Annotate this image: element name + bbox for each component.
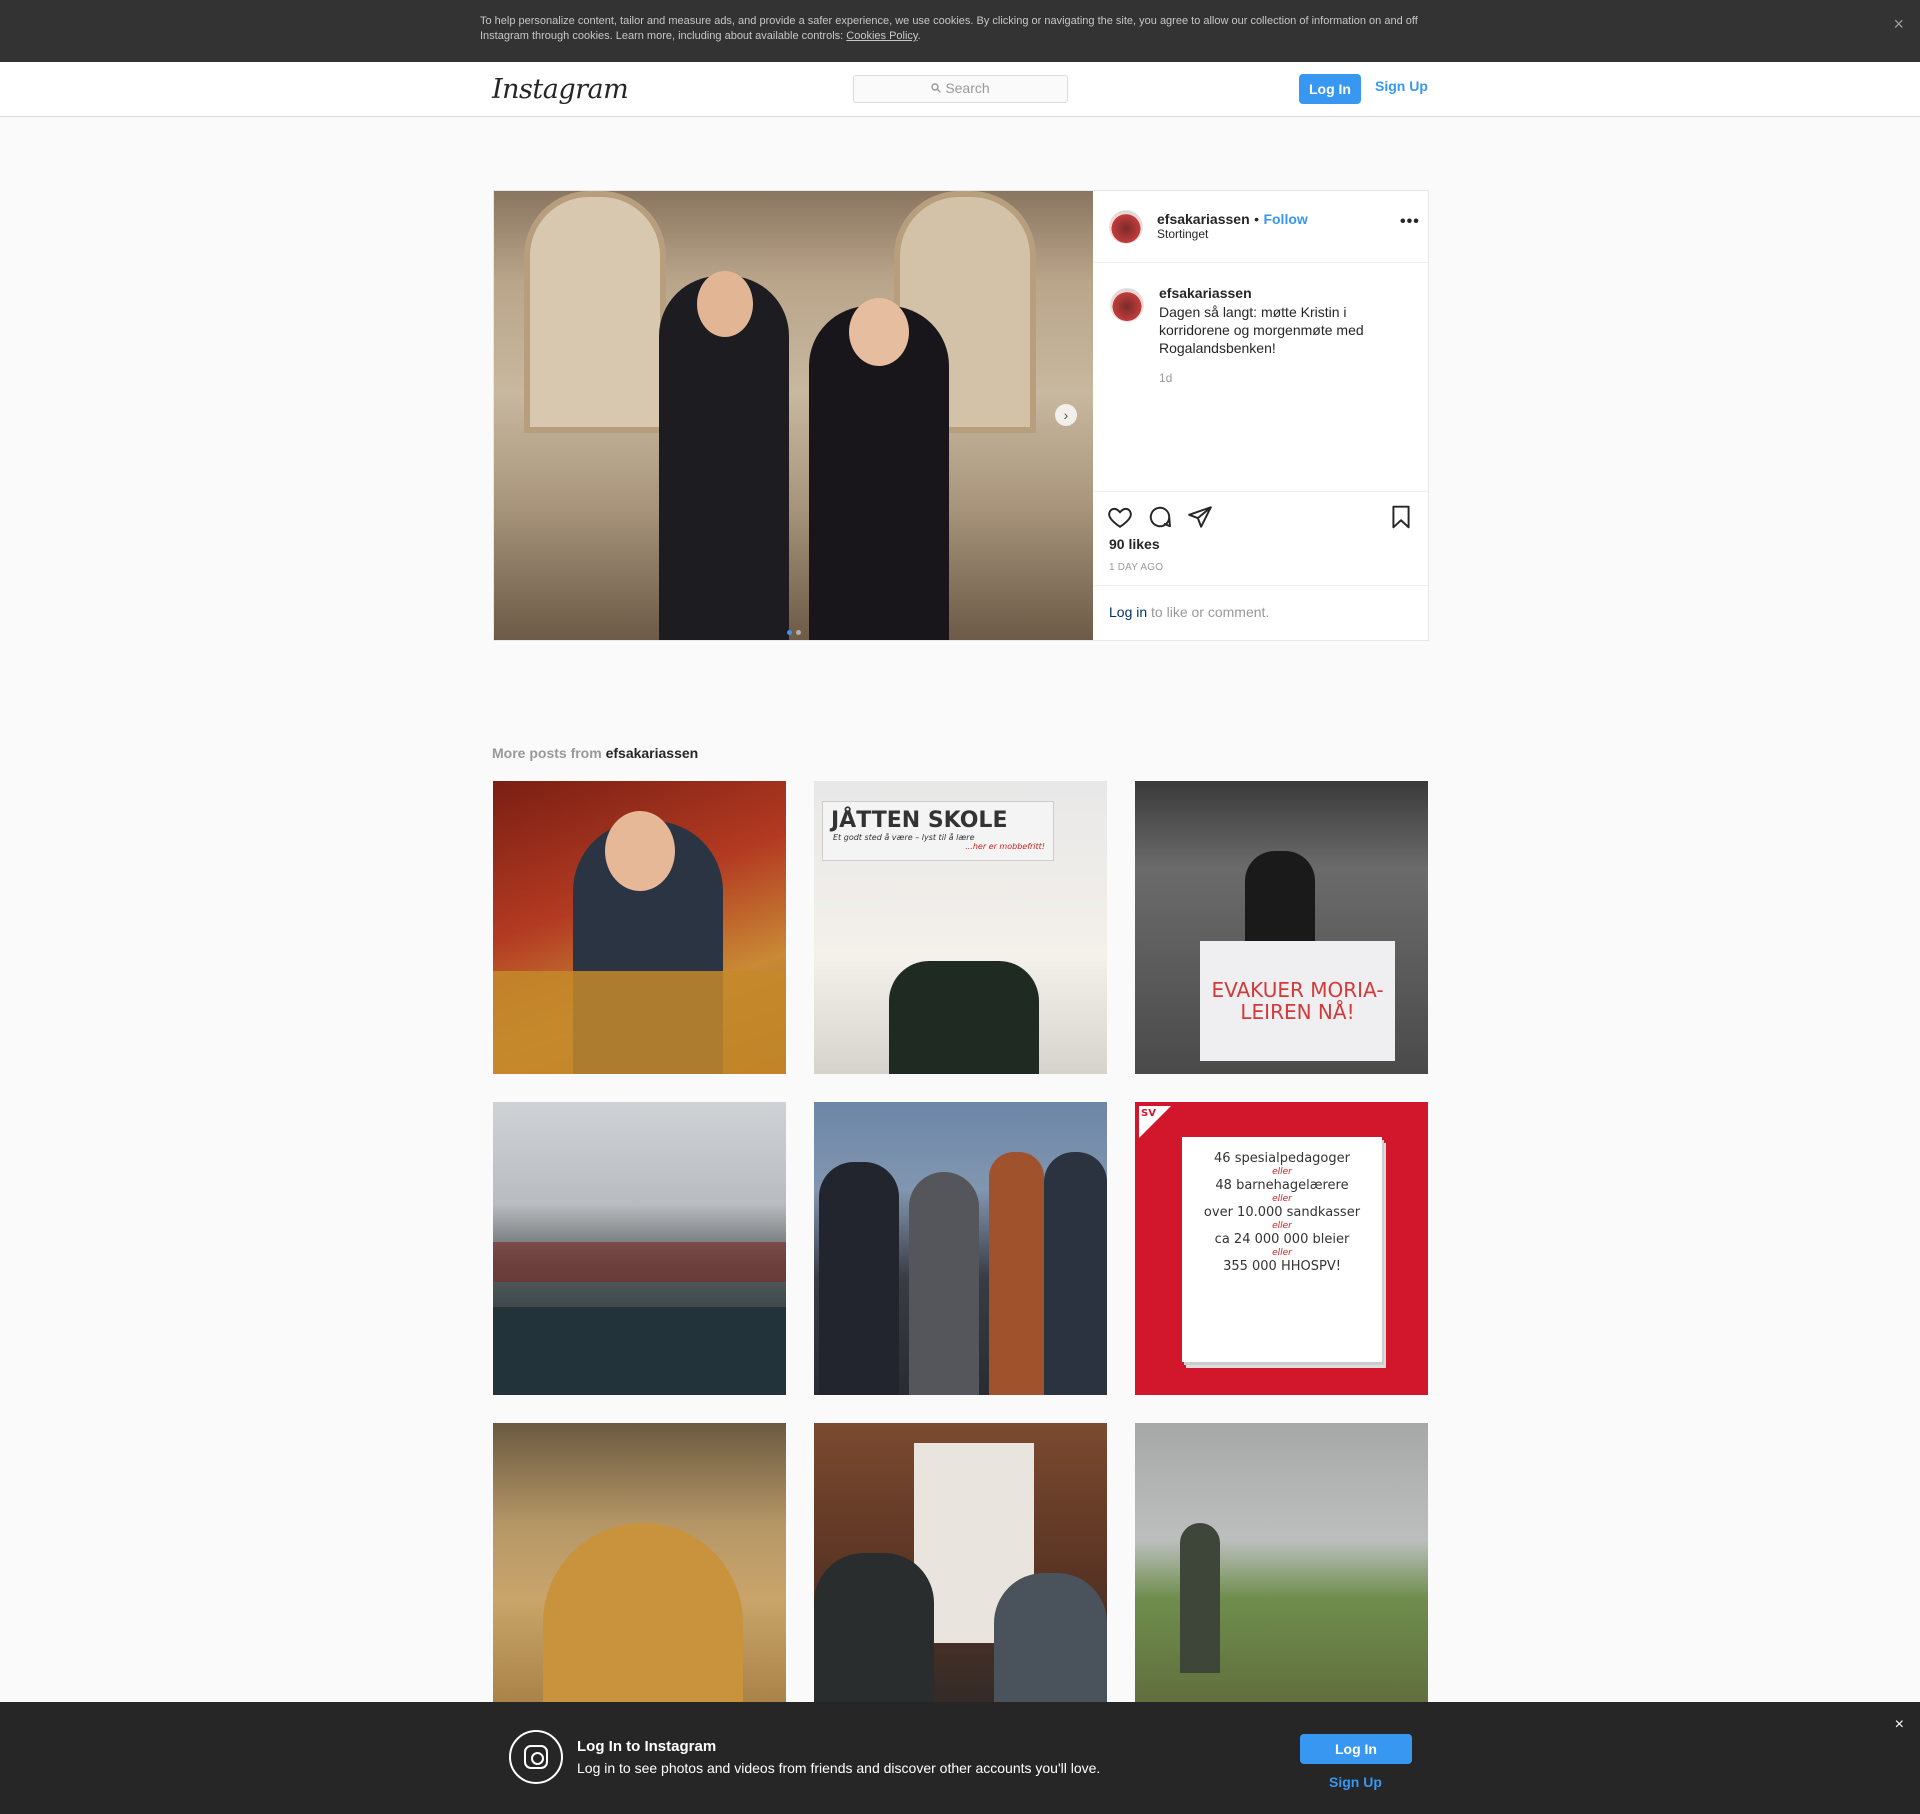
person-woman — [809, 298, 949, 640]
cookies-policy-link[interactable]: Cookies Policy — [846, 30, 917, 42]
top-nav: Instagram Search Log In Sign Up — [0, 62, 1920, 117]
login-to-comment: Log in to like or comment. — [1109, 604, 1269, 620]
jatten-subtitle: Et godt sted å være – lyst til å lære — [833, 833, 975, 842]
note-or-3: eller — [1272, 1221, 1292, 1231]
post-card: › efsakariassen • Follow Stortinget ••• … — [493, 190, 1429, 641]
login-prompt-text: to like or comment. — [1147, 604, 1270, 620]
carousel-dot-1 — [787, 630, 792, 635]
post-caption: Dagen så langt: møtte Kristin i korridor… — [1159, 304, 1364, 356]
avatar[interactable] — [1109, 210, 1143, 244]
caption-avatar[interactable] — [1110, 288, 1144, 322]
grid-post-1[interactable] — [493, 781, 786, 1074]
bookmark-icon[interactable] — [1388, 504, 1414, 530]
login-button[interactable]: Log In — [1299, 74, 1361, 104]
jatten-tagline: ...her er mobbefritt! — [965, 842, 1045, 851]
note-line-2: 48 barnehagelærere — [1215, 1178, 1349, 1193]
caption-username[interactable]: efsakariassen — [1159, 285, 1252, 301]
login-bar-subtitle: Log in to see photos and videos from fri… — [577, 1760, 1101, 1776]
likes-count[interactable]: 90 likes — [1109, 536, 1160, 552]
grid-post-5[interactable] — [814, 1102, 1107, 1395]
more-options-icon[interactable]: ••• — [1400, 213, 1420, 231]
instagram-logo[interactable]: Instagram — [492, 74, 629, 105]
post-header: efsakariassen • Follow Stortinget ••• — [1093, 191, 1428, 263]
search-input[interactable]: Search — [853, 75, 1068, 103]
person-man — [659, 271, 789, 640]
cookie-banner: To help personalize content, tailor and … — [0, 0, 1920, 62]
more-posts-heading: More posts from efsakariassen — [492, 745, 698, 761]
close-icon[interactable]: × — [1895, 1716, 1904, 1734]
separator-dot: • — [1254, 211, 1259, 227]
comment-icon[interactable] — [1147, 504, 1173, 530]
login-bar: Log In to Instagram Log in to see photos… — [0, 1702, 1920, 1814]
follow-button[interactable]: Follow — [1263, 211, 1307, 227]
post-timestamp: 1 DAY AGO — [1109, 562, 1164, 573]
chevron-right-icon[interactable]: › — [1055, 404, 1077, 426]
jatten-title: JÅTTEN SKOLE — [831, 808, 1008, 833]
grid-post-8[interactable] — [814, 1423, 1107, 1716]
arch-left — [524, 191, 666, 433]
search-icon — [931, 82, 942, 96]
evakuer-banner: EVAKUER MORIA-LEIREN NÅ! — [1200, 941, 1395, 1061]
close-icon[interactable]: × — [1893, 14, 1904, 35]
post-sidebar: efsakariassen • Follow Stortinget ••• ef… — [1093, 191, 1428, 640]
note-line-5: 355 000 HHOSPV! — [1223, 1259, 1341, 1274]
post-username[interactable]: efsakariassen — [1157, 211, 1250, 227]
note-line-4: ca 24 000 000 bleier — [1214, 1232, 1350, 1247]
comment-bar: Log in to like or comment. — [1093, 585, 1428, 641]
carousel-indicator — [785, 622, 803, 640]
grid-post-2[interactable]: JÅTTEN SKOLE Et godt sted å være – lyst … — [814, 781, 1107, 1074]
caption-time: 1d — [1159, 371, 1173, 385]
note-line-1: 46 spesialpedagoger — [1214, 1151, 1350, 1166]
grid-post-6[interactable]: SV 46 spesialpedagoger eller 48 barnehag… — [1135, 1102, 1428, 1395]
note-or-2: eller — [1272, 1194, 1292, 1204]
heart-icon[interactable] — [1107, 504, 1133, 530]
budget-note: 46 spesialpedagoger eller 48 barnehagelæ… — [1182, 1137, 1382, 1362]
login-link[interactable]: Log in — [1109, 604, 1147, 620]
more-posts-username[interactable]: efsakariassen — [606, 745, 699, 761]
note-or-4: eller — [1272, 1248, 1292, 1258]
login-bar-title: Log In to Instagram — [577, 1738, 717, 1755]
sv-logo: SV — [1139, 1106, 1171, 1138]
carousel-dot-2 — [796, 630, 801, 635]
search-placeholder: Search — [945, 80, 990, 96]
note-line-3: over 10.000 sandkasser — [1203, 1205, 1361, 1220]
more-posts-label: More posts from — [492, 745, 606, 761]
grid-post-4[interactable] — [493, 1102, 786, 1395]
post-location[interactable]: Stortinget — [1157, 227, 1208, 241]
login-bar-login-button[interactable]: Log In — [1300, 1734, 1412, 1764]
post-photo[interactable]: › — [494, 191, 1093, 640]
signup-link[interactable]: Sign Up — [1375, 78, 1428, 94]
note-or-1: eller — [1272, 1167, 1292, 1177]
post-actions: 90 likes 1 DAY AGO — [1093, 491, 1428, 588]
grid-post-9[interactable] — [1135, 1423, 1428, 1716]
cookie-message: To help personalize content, tailor and … — [480, 15, 1418, 42]
jatten-banner: JÅTTEN SKOLE Et godt sted å være – lyst … — [822, 801, 1054, 861]
login-bar-signup-link[interactable]: Sign Up — [1329, 1774, 1382, 1790]
grid-post-7[interactable] — [493, 1423, 786, 1716]
share-icon[interactable] — [1187, 504, 1213, 530]
grid-post-3[interactable]: EVAKUER MORIA-LEIREN NÅ! — [1135, 781, 1428, 1074]
instagram-camera-icon — [509, 1730, 563, 1784]
cookie-text: To help personalize content, tailor and … — [480, 15, 1418, 42]
